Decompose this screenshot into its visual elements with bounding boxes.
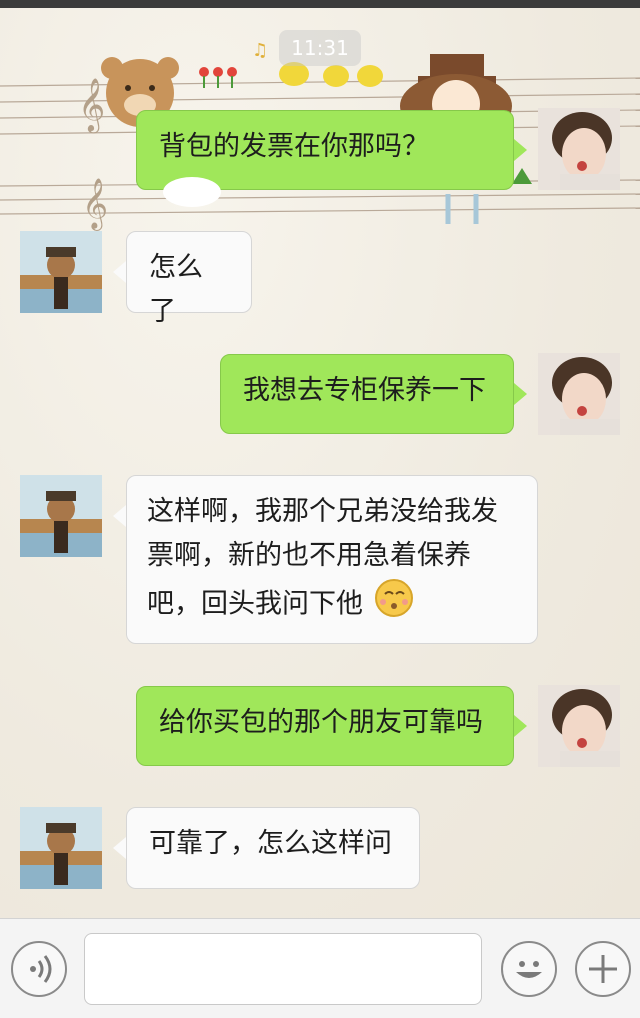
chat-input-bar — [0, 918, 640, 1018]
svg-text:♫: ♫ — [252, 40, 268, 61]
kissing-emoji-icon — [374, 578, 414, 632]
message-input[interactable] — [84, 933, 482, 1005]
contact-avatar[interactable] — [20, 807, 102, 889]
timestamp: 11:31 — [279, 30, 361, 66]
message-text-line: 吧，回头我问下他 — [147, 588, 363, 620]
emoji-button[interactable] — [501, 941, 557, 997]
svg-text:𝄞: 𝄞 — [82, 178, 108, 231]
message-bubble-received[interactable]: 可靠了，怎么这样问 — [126, 807, 420, 889]
bubble-tail — [113, 837, 126, 859]
message-bubble-sent[interactable]: 我想去专柜保养一下 — [220, 354, 514, 434]
message-bubble-sent[interactable]: 给你买包的那个朋友可靠吗 — [136, 686, 514, 766]
message-text: 我想去专柜保养一下 — [243, 375, 486, 406]
contact-avatar[interactable] — [20, 231, 102, 313]
bubble-tail — [113, 261, 126, 283]
message-text: 可靠了，怎么这样问 — [149, 828, 392, 859]
voice-icon — [30, 955, 52, 983]
message-text-line: 这样啊，我那个兄弟没给我发 — [147, 496, 498, 527]
more-button[interactable] — [575, 941, 631, 997]
redacted-blur — [163, 176, 221, 207]
message-bubble-sent[interactable]: 背包的发票在你那吗？ — [136, 110, 514, 207]
my-avatar[interactable] — [538, 108, 620, 190]
status-bar — [0, 0, 640, 8]
message-text: 背包的发票在你那吗？ — [159, 131, 429, 162]
bubble-tail — [514, 139, 527, 161]
message-bubble-received[interactable]: 怎么了 — [126, 231, 252, 327]
bubble-tail — [514, 383, 527, 405]
svg-text:𝄞: 𝄞 — [78, 77, 105, 133]
my-avatar[interactable] — [538, 353, 620, 435]
message-text: 给你买包的那个朋友可靠吗 — [159, 707, 483, 738]
plus-icon — [589, 955, 617, 983]
message-text-line: 票啊，新的也不用急着保养 — [147, 540, 471, 571]
my-avatar[interactable] — [538, 685, 620, 767]
emoji-icon — [516, 961, 542, 978]
contact-avatar[interactable] — [20, 475, 102, 557]
message-bubble-received[interactable]: 这样啊，我那个兄弟没给我发 票啊，新的也不用急着保养 吧，回头我问下他 — [126, 475, 538, 644]
bubble-tail — [514, 715, 527, 737]
voice-button[interactable] — [11, 941, 67, 997]
bubble-tail — [113, 505, 126, 527]
